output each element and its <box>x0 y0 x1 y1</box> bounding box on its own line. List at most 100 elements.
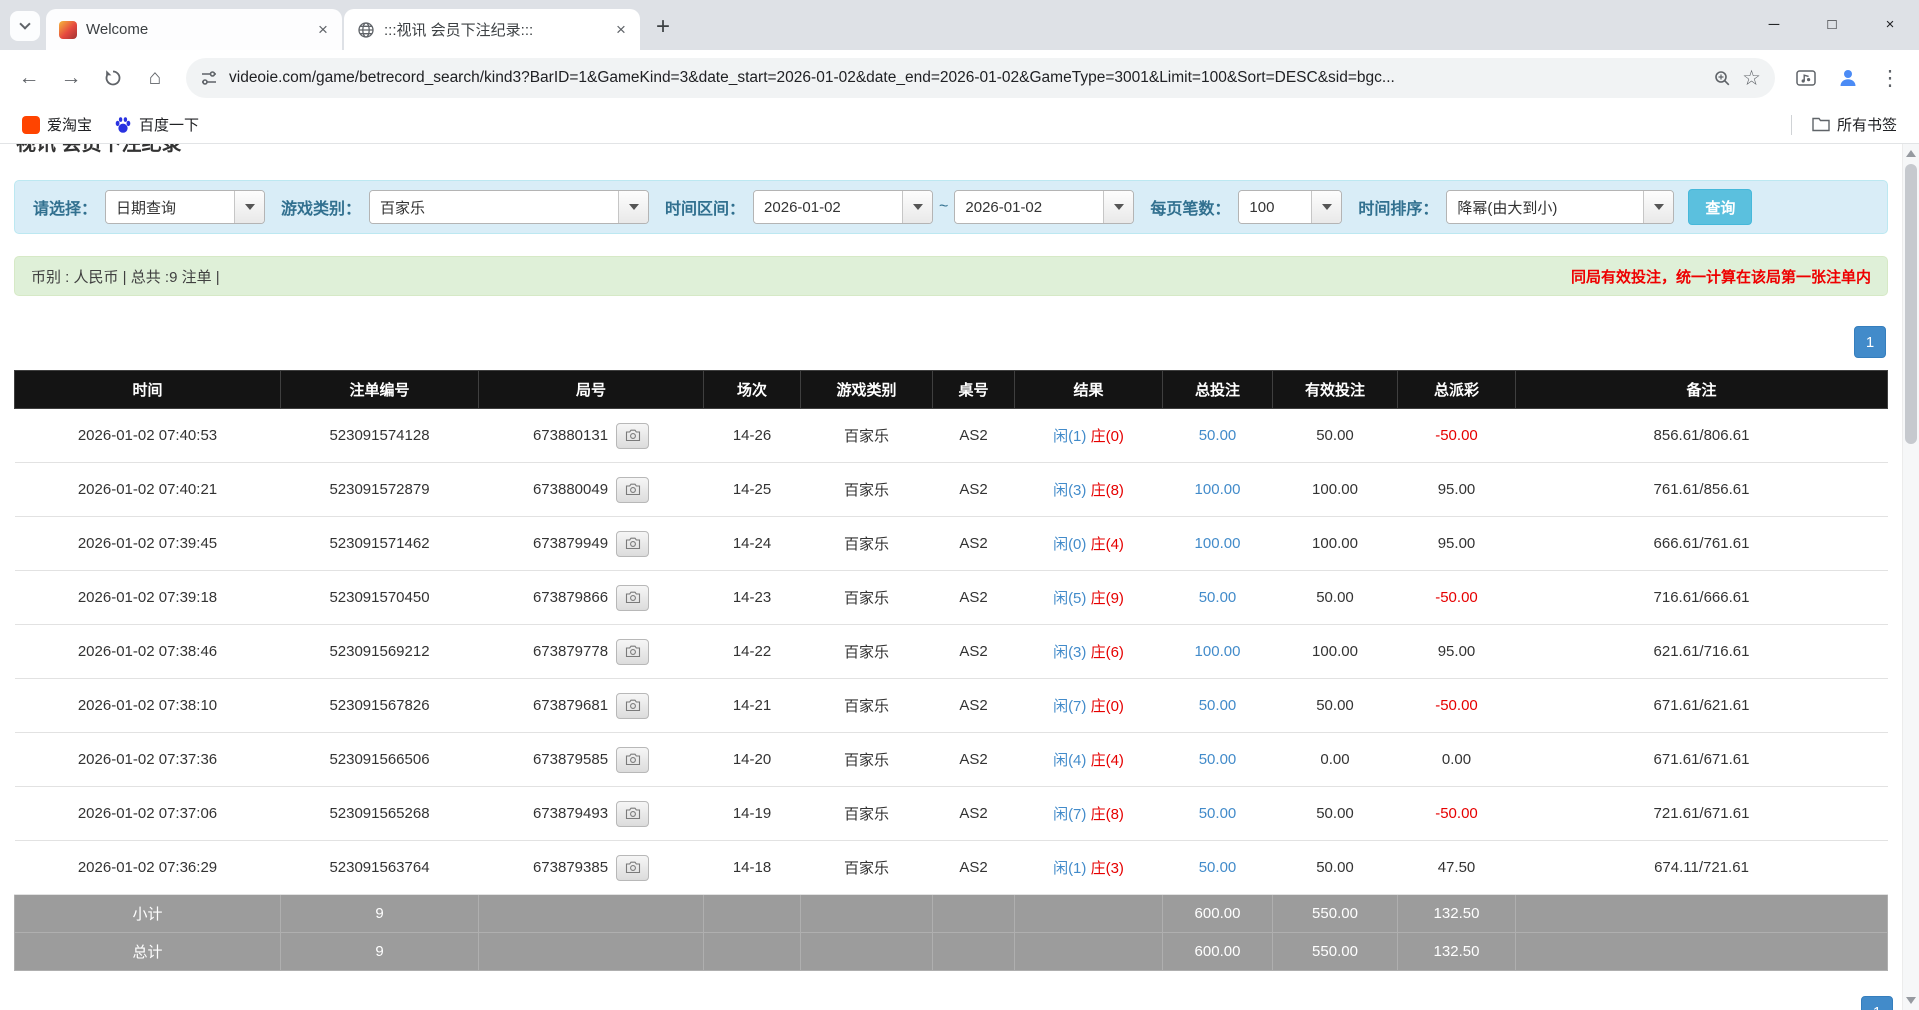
camera-icon[interactable] <box>616 801 649 827</box>
per-page-input[interactable] <box>1239 191 1311 223</box>
cell-round: 673879493 <box>479 787 704 841</box>
empty-cell <box>933 895 1015 933</box>
camera-icon[interactable] <box>616 639 649 665</box>
address-bar[interactable]: videoie.com/game/betrecord_search/kind3?… <box>186 58 1775 98</box>
camera-icon[interactable] <box>616 585 649 611</box>
media-controls-icon[interactable] <box>1787 59 1825 97</box>
cell-total-bet[interactable]: 50.00 <box>1163 679 1273 733</box>
cell-game-type: 百家乐 <box>801 787 933 841</box>
per-page-dropdown-button[interactable] <box>1311 191 1341 223</box>
cell-result: 闲(0) 庄(4) <box>1015 517 1163 571</box>
forward-icon[interactable]: → <box>52 59 90 97</box>
camera-icon[interactable] <box>616 423 649 449</box>
cell-total-bet[interactable]: 50.00 <box>1163 409 1273 463</box>
cell-total-bet[interactable]: 100.00 <box>1163 517 1273 571</box>
camera-icon[interactable] <box>616 693 649 719</box>
game-type-dropdown-button[interactable] <box>618 191 648 223</box>
result-player: 闲(7) <box>1053 806 1086 823</box>
scroll-down-icon[interactable] <box>1906 997 1916 1004</box>
result-banker: 庄(0) <box>1091 698 1124 715</box>
cell-round: 673879949 <box>479 517 704 571</box>
close-tab-icon[interactable]: × <box>610 19 632 41</box>
scrollbar[interactable] <box>1902 144 1919 1010</box>
game-type-input[interactable] <box>370 191 618 223</box>
empty-cell <box>1516 933 1888 971</box>
close-window-button[interactable]: × <box>1861 0 1919 48</box>
empty-cell <box>479 895 704 933</box>
cell-valid-bet: 100.00 <box>1273 517 1398 571</box>
date-end-dropdown-button[interactable] <box>1103 191 1133 223</box>
summary-notice: 同局有效投注，统一计算在该局第一张注单内 <box>1571 266 1871 287</box>
scroll-thumb[interactable] <box>1905 164 1917 444</box>
cell-total-bet[interactable]: 50.00 <box>1163 733 1273 787</box>
result-player: 闲(3) <box>1053 644 1086 661</box>
cell-game-type: 百家乐 <box>801 409 933 463</box>
empty-cell <box>933 933 1015 971</box>
minimize-button[interactable]: ─ <box>1745 0 1803 48</box>
cell-remark: 716.61/666.61 <box>1516 571 1888 625</box>
cell-payout: 0.00 <box>1398 733 1516 787</box>
summary-bar: 币别 : 人民币 | 总共 :9 注单 | 同局有效投注，统一计算在该局第一张注… <box>14 256 1888 296</box>
cell-total-bet[interactable]: 50.00 <box>1163 571 1273 625</box>
tab-search-button[interactable] <box>10 11 40 41</box>
cell-total-bet[interactable]: 100.00 <box>1163 463 1273 517</box>
cell-round: 673879681 <box>479 679 704 733</box>
cell-table-number: AS2 <box>933 679 1015 733</box>
zoom-icon[interactable] <box>1713 69 1731 87</box>
header-session: 场次 <box>704 371 801 409</box>
camera-icon[interactable] <box>616 747 649 773</box>
total-total-bet: 600.00 <box>1163 933 1273 971</box>
cell-round: 673879866 <box>479 571 704 625</box>
tab-betrecord[interactable]: :::视讯 会员下注纪录::: × <box>344 9 640 50</box>
scroll-up-icon[interactable] <box>1906 150 1916 157</box>
cell-time: 2026-01-02 07:40:21 <box>15 463 281 517</box>
header-remark: 备注 <box>1516 371 1888 409</box>
reload-icon[interactable] <box>94 59 132 97</box>
date-start-input[interactable] <box>754 191 902 223</box>
back-icon[interactable]: ← <box>10 59 48 97</box>
new-tab-button[interactable]: + <box>647 11 679 43</box>
camera-icon[interactable] <box>616 855 649 881</box>
site-settings-icon[interactable] <box>200 69 218 87</box>
select-type-dropdown-button[interactable] <box>234 191 264 223</box>
chevron-down-icon <box>1654 204 1664 210</box>
profile-avatar[interactable] <box>1829 59 1867 97</box>
maximize-button[interactable]: □ <box>1803 0 1861 48</box>
date-end-input[interactable] <box>955 191 1103 223</box>
total-count: 9 <box>281 933 479 971</box>
empty-cell <box>704 933 801 971</box>
records-body: 2026-01-02 07:40:53523091574128673880131… <box>15 409 1888 895</box>
cell-time: 2026-01-02 07:39:45 <box>15 517 281 571</box>
all-bookmarks-button[interactable]: 所有书签 <box>1804 110 1905 139</box>
result-player: 闲(7) <box>1053 698 1086 715</box>
result-player: 闲(5) <box>1053 590 1086 607</box>
close-tab-icon[interactable]: × <box>312 19 334 41</box>
menu-icon[interactable]: ⋮ <box>1871 59 1909 97</box>
bookmark-taobao[interactable]: 爱淘宝 <box>14 110 100 139</box>
cell-total-bet[interactable]: 50.00 <box>1163 841 1273 895</box>
bookmark-star-icon[interactable]: ☆ <box>1742 66 1761 91</box>
subtotal-payout: 132.50 <box>1398 895 1516 933</box>
bookmark-baidu[interactable]: 百度一下 <box>106 110 207 139</box>
tab-title: :::视讯 会员下注纪录::: <box>384 19 601 40</box>
cell-game-type: 百家乐 <box>801 841 933 895</box>
camera-icon[interactable] <box>616 531 649 557</box>
round-number: 673879493 <box>533 804 608 821</box>
header-bet-id: 注单编号 <box>281 371 479 409</box>
home-icon[interactable]: ⌂ <box>136 59 174 97</box>
date-start-dropdown-button[interactable] <box>902 191 932 223</box>
cell-bet-id: 523091574128 <box>281 409 479 463</box>
cell-total-bet[interactable]: 50.00 <box>1163 787 1273 841</box>
pagination-bottom[interactable]: 1 <box>1861 996 1893 1010</box>
select-type-input[interactable] <box>106 191 234 223</box>
cell-total-bet[interactable]: 100.00 <box>1163 625 1273 679</box>
pagination-page-1[interactable]: 1 <box>1854 326 1886 358</box>
search-button[interactable]: 查询 <box>1688 189 1752 225</box>
sort-dropdown-button[interactable] <box>1643 191 1673 223</box>
empty-cell <box>801 895 933 933</box>
empty-cell <box>1516 895 1888 933</box>
sort-input[interactable] <box>1447 191 1643 223</box>
tab-welcome[interactable]: Welcome × <box>46 9 342 50</box>
camera-icon[interactable] <box>616 477 649 503</box>
cell-table-number: AS2 <box>933 841 1015 895</box>
